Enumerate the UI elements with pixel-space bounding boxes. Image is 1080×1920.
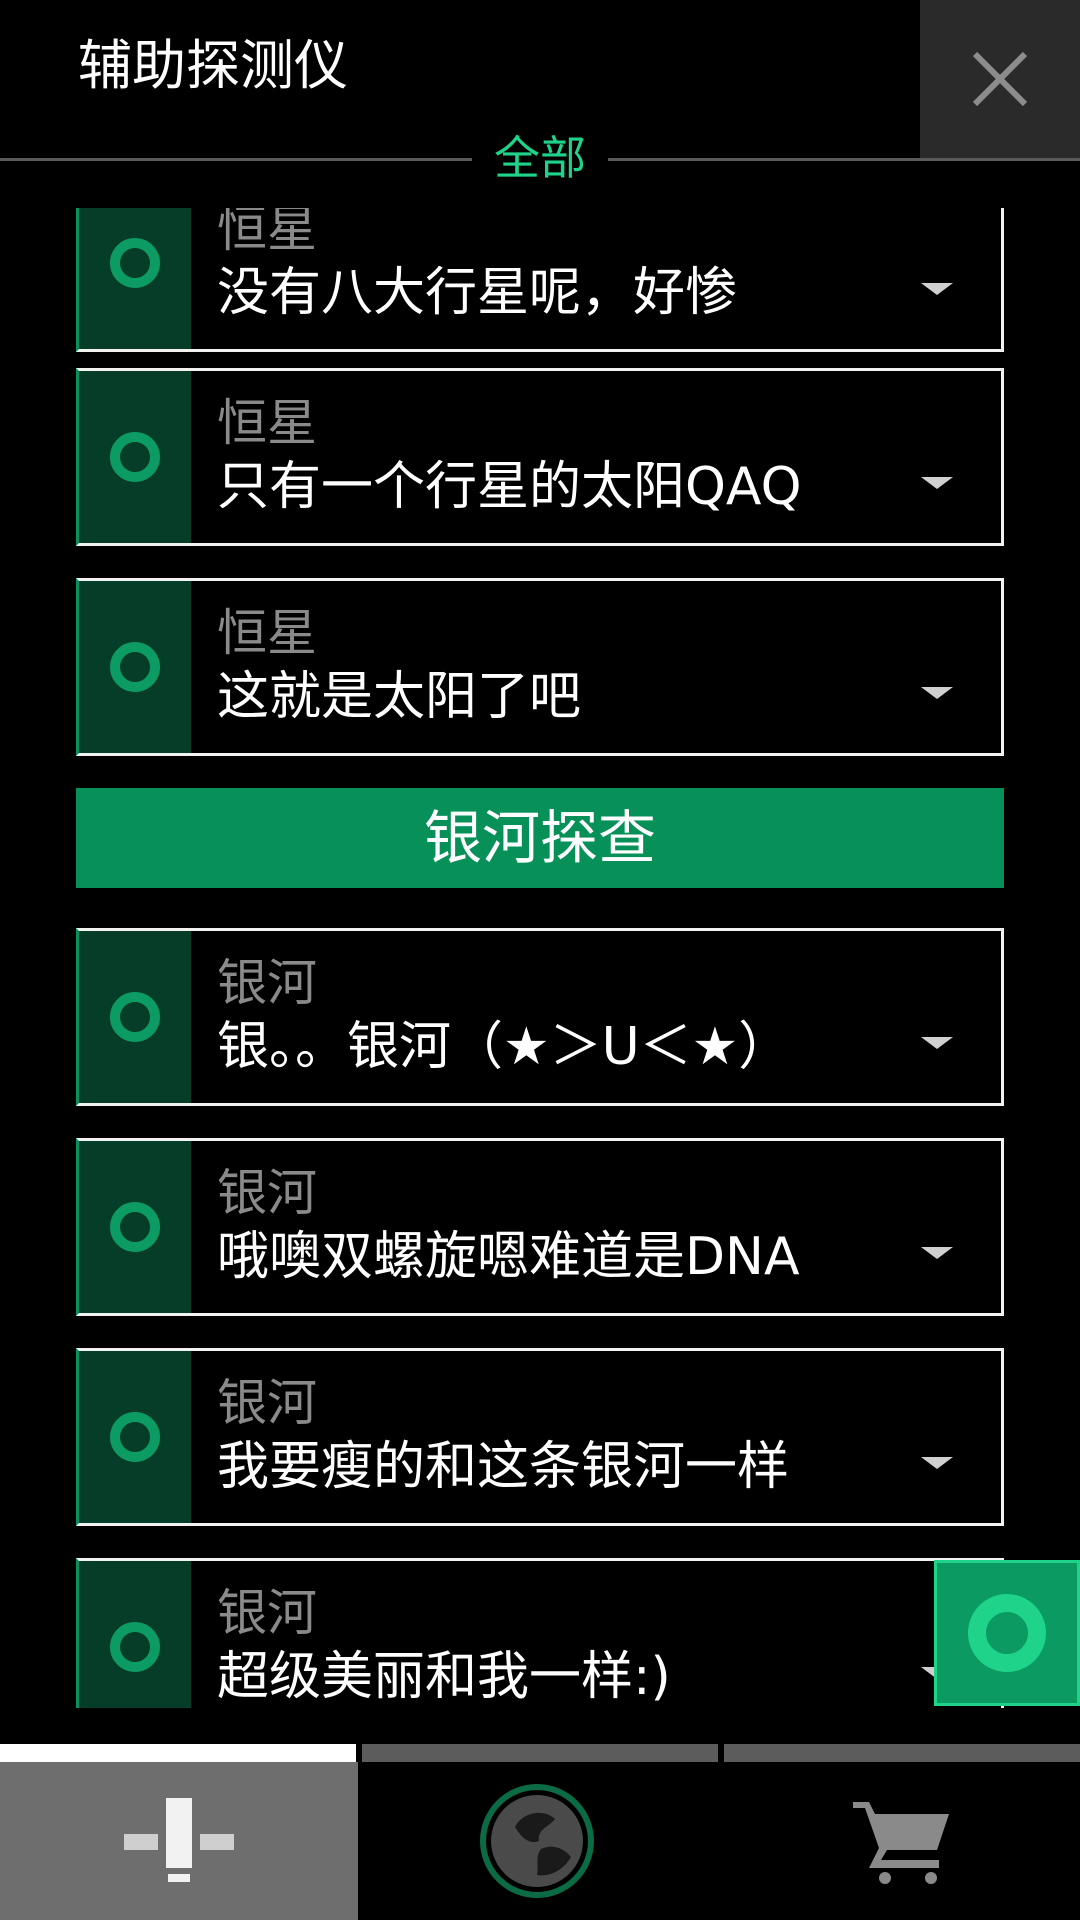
floating-action-button[interactable] bbox=[934, 1560, 1080, 1706]
filter-divider-right bbox=[608, 158, 1080, 161]
cart-icon bbox=[853, 1802, 949, 1884]
close-icon bbox=[972, 51, 1028, 107]
satellite-icon bbox=[124, 1798, 234, 1882]
list-item[interactable]: 恒星 这就是太阳了吧 bbox=[76, 578, 1004, 756]
tab-galaxy[interactable] bbox=[358, 1762, 716, 1920]
ring-icon bbox=[110, 992, 160, 1042]
item-text: 银。。银河（★＞U＜★） bbox=[217, 1017, 791, 1077]
ring-icon bbox=[110, 1622, 160, 1672]
tab-shop[interactable] bbox=[722, 1762, 1080, 1920]
list-item[interactable]: 银河 银。。银河（★＞U＜★） bbox=[76, 928, 1004, 1106]
item-icon-column bbox=[79, 208, 191, 349]
list-item[interactable]: 恒星 只有一个行星的太阳QAQ bbox=[76, 368, 1004, 546]
item-category: 银河 bbox=[217, 954, 317, 1012]
item-icon-column bbox=[79, 581, 191, 753]
filter-label[interactable]: 全部 bbox=[472, 128, 608, 188]
ring-icon bbox=[110, 238, 160, 288]
item-category: 银河 bbox=[217, 1584, 317, 1642]
item-text: 我要瘦的和这条银河一样 bbox=[217, 1437, 790, 1497]
tab-indicator bbox=[362, 1744, 718, 1762]
galaxy-scan-button[interactable]: 银河探查 bbox=[76, 788, 1004, 888]
ring-icon bbox=[968, 1594, 1046, 1672]
item-icon-column bbox=[79, 1351, 191, 1523]
chevron-down-icon[interactable] bbox=[921, 1457, 953, 1469]
ring-icon bbox=[110, 642, 160, 692]
ring-icon bbox=[110, 432, 160, 482]
list-item[interactable]: 银河 哦噢双螺旋嗯难道是DNA bbox=[76, 1138, 1004, 1316]
filter-divider-left bbox=[0, 158, 472, 161]
item-text: 没有八大行星呢，好惨 bbox=[217, 263, 738, 323]
item-category: 银河 bbox=[217, 1164, 317, 1222]
item-icon-column bbox=[79, 1141, 191, 1313]
item-icon-column bbox=[79, 931, 191, 1103]
item-icon-column bbox=[79, 371, 191, 543]
item-text: 超级美丽和我一样:) bbox=[217, 1647, 671, 1707]
ring-icon bbox=[110, 1202, 160, 1252]
ring-icon bbox=[110, 1412, 160, 1462]
item-text: 哦噢双螺旋嗯难道是DNA bbox=[217, 1227, 800, 1287]
item-icon-column bbox=[79, 1561, 191, 1708]
item-category: 恒星 bbox=[217, 604, 317, 662]
chevron-down-icon[interactable] bbox=[921, 1247, 953, 1259]
list-item[interactable]: 恒星 没有八大行星呢，好惨 bbox=[76, 208, 1004, 352]
tab-indicator bbox=[724, 1744, 1080, 1762]
chevron-down-icon[interactable] bbox=[921, 477, 953, 489]
chevron-down-icon[interactable] bbox=[921, 283, 953, 295]
list-item[interactable]: 银河 超级美丽和我一样:) bbox=[76, 1558, 1004, 1708]
planet-icon bbox=[480, 1784, 594, 1898]
item-category: 恒星 bbox=[217, 208, 317, 258]
detector-list[interactable]: 恒星 没有八大行星呢，好惨 恒星 只有一个行星的太阳QAQ 恒星 这就是太阳了吧… bbox=[0, 208, 1080, 1708]
item-category: 恒星 bbox=[217, 394, 317, 452]
tab-detector[interactable] bbox=[0, 1762, 358, 1920]
header-title: 辅助探测仪 bbox=[78, 34, 348, 97]
tab-indicator-active bbox=[0, 1744, 356, 1762]
close-button[interactable] bbox=[920, 0, 1080, 158]
list-item[interactable]: 银河 我要瘦的和这条银河一样 bbox=[76, 1348, 1004, 1526]
item-category: 银河 bbox=[217, 1374, 317, 1432]
chevron-down-icon[interactable] bbox=[921, 687, 953, 699]
item-text: 这就是太阳了吧 bbox=[217, 667, 582, 727]
chevron-down-icon[interactable] bbox=[921, 1037, 953, 1049]
item-text: 只有一个行星的太阳QAQ bbox=[217, 457, 802, 517]
